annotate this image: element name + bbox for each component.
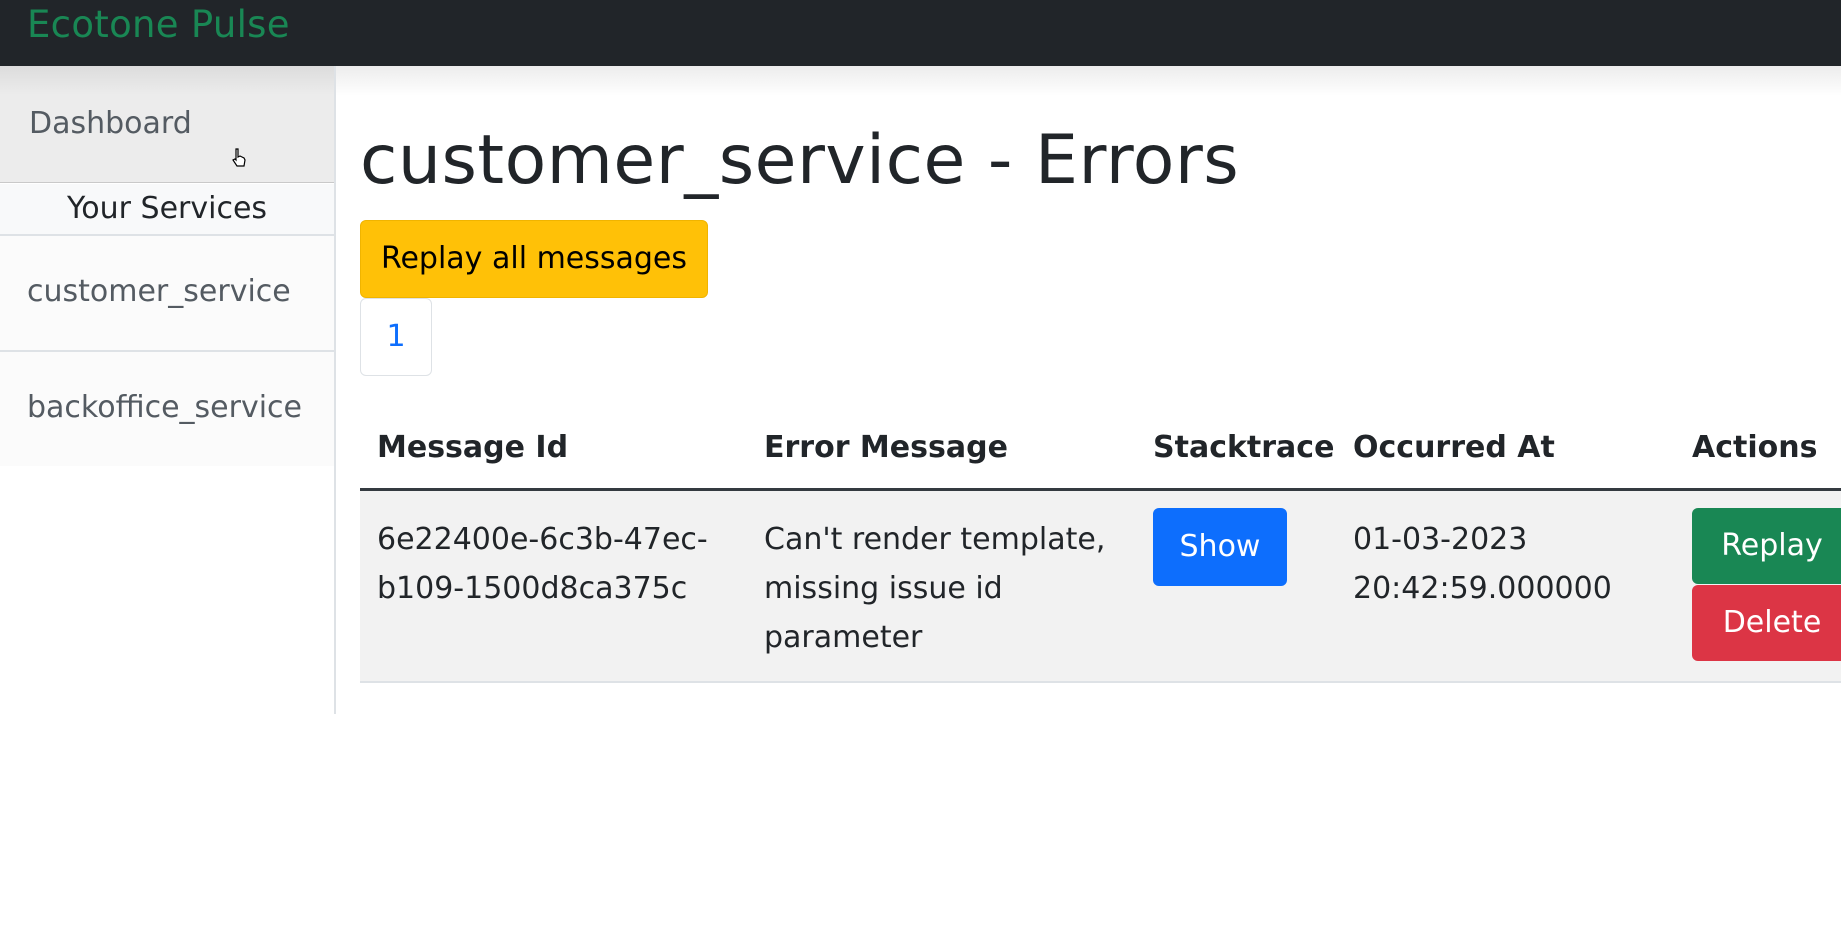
replay-all-button[interactable]: Replay all messages bbox=[360, 220, 708, 298]
sidebar-item-backoffice-service[interactable]: backoffice_service bbox=[0, 352, 334, 466]
message-id-line: b109-1500d8ca375c bbox=[377, 571, 688, 606]
sidebar-item-label: Dashboard bbox=[29, 106, 192, 141]
brand-link[interactable]: Ecotone Pulse bbox=[27, 2, 290, 48]
delete-button[interactable]: Delete bbox=[1692, 585, 1841, 661]
message-id-line: 6e22400e-6c3b-47ec- bbox=[377, 522, 708, 557]
table-header: Message Id Error Message Stacktrace Occu… bbox=[360, 418, 1841, 491]
column-header-occurred-at: Occurred At bbox=[1353, 430, 1555, 465]
sidebar: Dashboard Your Services customer_service… bbox=[0, 66, 336, 714]
column-header-stacktrace: Stacktrace bbox=[1153, 430, 1335, 465]
sidebar-item-label: customer_service bbox=[27, 274, 291, 309]
top-navbar: Ecotone Pulse bbox=[0, 0, 1841, 66]
hand-pointer-icon bbox=[232, 148, 246, 167]
column-header-actions: Actions bbox=[1692, 430, 1818, 465]
error-message-line: missing issue id bbox=[764, 571, 1003, 606]
services-header: Your Services bbox=[0, 184, 334, 236]
occurred-at-cell: 01-03-2023 20:42:59.000000 bbox=[1353, 515, 1612, 613]
error-message-cell: Can't render template, missing issue id … bbox=[764, 515, 1105, 662]
occurred-at-line: 01-03-2023 bbox=[1353, 522, 1528, 557]
error-message-line: Can't render template, bbox=[764, 522, 1106, 557]
pagination-page-link[interactable]: 1 bbox=[360, 298, 432, 376]
replay-button[interactable]: Replay bbox=[1692, 508, 1841, 584]
occurred-at-line: 20:42:59.000000 bbox=[1353, 571, 1612, 606]
sidebar-item-customer-service[interactable]: customer_service bbox=[0, 236, 334, 352]
sidebar-item-label: backoffice_service bbox=[27, 390, 302, 425]
table-row: 6e22400e-6c3b-47ec- b109-1500d8ca375c Ca… bbox=[360, 491, 1841, 683]
page-title: customer_service - Errors bbox=[360, 121, 1240, 200]
message-id-cell: 6e22400e-6c3b-47ec- b109-1500d8ca375c bbox=[377, 515, 708, 613]
error-message-line: parameter bbox=[764, 620, 923, 655]
column-header-error-message: Error Message bbox=[764, 430, 1008, 465]
sidebar-item-dashboard[interactable]: Dashboard bbox=[0, 66, 334, 183]
show-stacktrace-button[interactable]: Show bbox=[1153, 508, 1287, 586]
content-top-shadow bbox=[336, 66, 1841, 96]
column-header-message-id: Message Id bbox=[377, 430, 569, 465]
errors-table: Message Id Error Message Stacktrace Occu… bbox=[360, 418, 1841, 683]
